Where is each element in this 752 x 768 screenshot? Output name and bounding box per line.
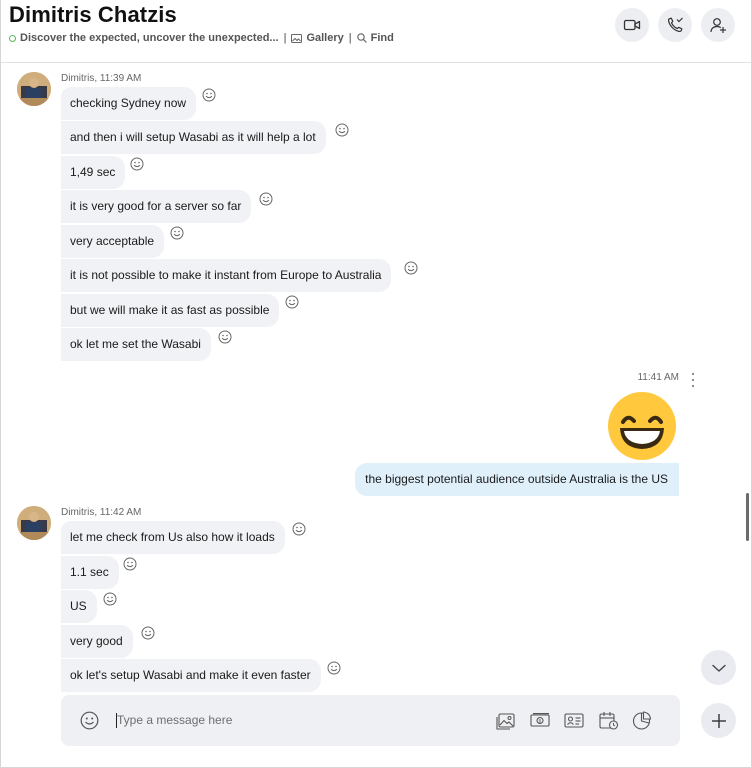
plus-icon (711, 713, 726, 728)
avatar[interactable] (17, 506, 51, 540)
message-timestamp: Dimitris, 11:42 AM (61, 507, 142, 518)
smiley-icon[interactable] (202, 88, 216, 102)
chat-window: Dimitris Chatzis Discover the expected, … (0, 0, 752, 768)
audio-call-button[interactable] (658, 8, 692, 42)
conversation-header: Dimitris Chatzis Discover the expected, … (1, 0, 751, 63)
smiley-icon[interactable] (327, 661, 341, 675)
video-camera-icon (623, 19, 641, 31)
find-label: Find (370, 32, 394, 44)
grinning-face-emoji[interactable] (606, 390, 678, 462)
poll-icon[interactable] (631, 710, 653, 731)
smiley-icon[interactable] (103, 592, 117, 606)
smiley-icon[interactable] (123, 557, 137, 571)
contact-card-icon[interactable] (563, 710, 585, 731)
smiley-icon[interactable] (80, 711, 99, 730)
add-people-button[interactable] (701, 8, 735, 42)
message-bubble[interactable]: it is not possible to make it instant fr… (61, 259, 392, 292)
message-bubble[interactable]: and then i will setup Wasabi as it will … (61, 121, 326, 154)
gallery-link[interactable]: Gallery (291, 32, 344, 44)
money-icon[interactable]: $ (529, 710, 551, 731)
message-bubble[interactable]: very acceptable (61, 225, 165, 258)
smiley-icon[interactable] (218, 330, 232, 344)
message-bubble[interactable]: let me check from Us also how it loads (61, 521, 285, 554)
message-bubble[interactable]: but we will make it as fast as possible (61, 294, 280, 327)
separator: | (283, 32, 287, 44)
message-bubble[interactable]: the biggest potential audience outside A… (355, 463, 679, 496)
svg-text:$: $ (538, 718, 541, 724)
message-composer: $ (61, 695, 680, 746)
smiley-icon[interactable] (292, 522, 306, 536)
message-bubble[interactable]: very good (61, 625, 133, 658)
message-input[interactable] (117, 707, 417, 733)
smiley-icon[interactable] (141, 626, 155, 640)
message-timestamp: 11:41 AM (637, 372, 679, 383)
message-bubble[interactable]: checking Sydney now (61, 87, 197, 120)
message-bubble[interactable]: 1.1 sec (61, 556, 119, 589)
gallery-icon (291, 33, 303, 43)
image-icon[interactable] (495, 710, 517, 731)
avatar[interactable] (17, 72, 51, 106)
search-icon (356, 33, 367, 43)
online-status-icon (9, 34, 16, 42)
phone-icon (667, 17, 683, 33)
chevron-down-icon (711, 664, 726, 672)
contact-name[interactable]: Dimitris Chatzis (9, 2, 177, 28)
message-timestamp: Dimitris, 11:39 AM (61, 73, 142, 84)
message-bubble[interactable]: US (61, 590, 97, 623)
message-bubble[interactable]: ok let me set the Wasabi (61, 328, 211, 361)
message-bubble[interactable]: ok let's setup Wasabi and make it even f… (61, 659, 321, 692)
gallery-label: Gallery (306, 32, 344, 44)
find-link[interactable]: Find (356, 32, 394, 44)
calendar-icon[interactable] (597, 710, 619, 731)
add-person-icon (710, 18, 726, 33)
separator: | (348, 32, 352, 44)
more-options-icon[interactable] (690, 373, 696, 387)
mood-message: Discover the expected, uncover the unexp… (20, 32, 279, 44)
more-actions-button[interactable] (701, 703, 736, 738)
smiley-icon[interactable] (130, 157, 144, 171)
scrollbar-thumb[interactable] (746, 493, 749, 541)
smiley-icon[interactable] (335, 123, 349, 137)
smiley-icon[interactable] (285, 295, 299, 309)
message-bubble[interactable]: it is very good for a server so far (61, 190, 252, 223)
smiley-icon[interactable] (259, 192, 273, 206)
smiley-icon[interactable] (170, 226, 184, 240)
message-bubble[interactable]: 1,49 sec (61, 156, 126, 189)
smiley-icon[interactable] (404, 261, 418, 275)
contact-subline: Discover the expected, uncover the unexp… (9, 32, 394, 44)
video-call-button[interactable] (615, 8, 649, 42)
scroll-to-bottom-button[interactable] (701, 650, 736, 685)
